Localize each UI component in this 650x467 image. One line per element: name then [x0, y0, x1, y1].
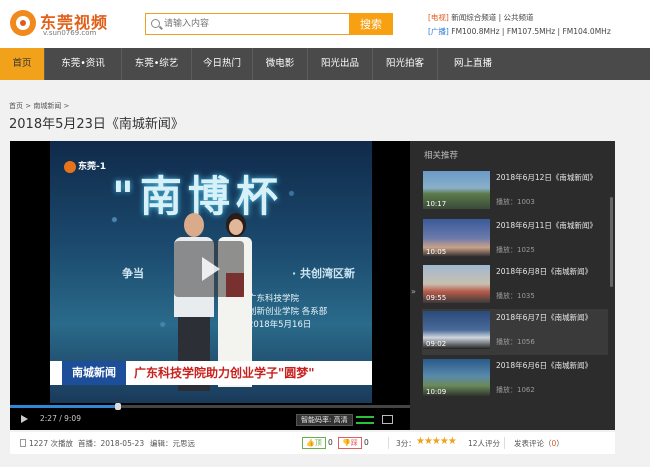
related-item[interactable]: 09:55 2018年6月8日《南城新闻》 播放：1035: [422, 263, 608, 309]
downvote-count: 0: [364, 438, 369, 447]
related-thumbnail[interactable]: 09:02: [423, 311, 490, 349]
video-frame[interactable]: 东莞-1 "南博杯 争当 · 共创湾区新 广东科技学院 创新创业学院 各系部 2…: [50, 141, 372, 403]
play-overlay-icon[interactable]: [174, 241, 244, 297]
rating-stars-icon[interactable]: ★★★★★: [416, 436, 457, 447]
related-item-plays: 播放：1025: [496, 246, 535, 254]
nav-item-home[interactable]: 首页: [0, 48, 45, 80]
logo-icon: [10, 10, 36, 36]
search-icon: [151, 19, 160, 28]
breadcrumb[interactable]: 首页 > 南城新闻 >: [9, 101, 69, 111]
related-item-plays: 播放：1062: [496, 386, 535, 394]
video-player[interactable]: 东莞-1 "南博杯 争当 · 共创湾区新 广东科技学院 创新创业学院 各系部 2…: [10, 141, 410, 430]
related-item-plays: 播放：1056: [496, 338, 535, 346]
progress-fill: [10, 405, 118, 408]
channel-logo: 东莞-1: [64, 159, 106, 173]
related-panel: » 相关推荐 10:17 2018年6月12日《南城新闻》 播放：1003 10…: [410, 141, 615, 430]
related-item-title[interactable]: 2018年6月11日《南城新闻》: [496, 221, 597, 231]
nav-item-hot[interactable]: 今日热门: [192, 48, 253, 80]
program-brand: 南城新闻: [62, 361, 126, 385]
site-header: 东莞视频 v.sun0769.com 搜索 [电视] 新闻综合频道 | 公共频道…: [0, 0, 650, 48]
related-thumbnail[interactable]: 09:55: [423, 265, 490, 303]
rating-count: 12人评分: [468, 439, 501, 448]
related-item-plays: 播放：1003: [496, 198, 535, 206]
collapse-arrow-icon[interactable]: »: [411, 287, 416, 296]
related-item[interactable]: 10:09 2018年6月6日《南城新闻》 播放：1062: [422, 357, 608, 403]
related-item-active[interactable]: 09:02 2018年6月7日《南城新闻》 播放：1056: [422, 309, 608, 355]
nav-item-sun-produce[interactable]: 阳光出品: [308, 48, 373, 80]
related-thumbnail[interactable]: 10:09: [423, 359, 490, 397]
comment-link[interactable]: 发表评论（0）: [514, 438, 564, 449]
nav-item-variety[interactable]: 东莞•综艺: [122, 48, 192, 80]
time-display: 2:27 / 9:09: [40, 414, 81, 423]
video-slogan-right: · 共创湾区新: [292, 267, 356, 280]
related-title: 相关推荐: [424, 151, 459, 161]
radio-channel-links[interactable]: FM100.8MHz | FM107.5MHz | FM104.0MHz: [451, 27, 611, 36]
search-button[interactable]: 搜索: [349, 13, 393, 35]
related-item[interactable]: 10:17 2018年6月12日《南城新闻》 播放：1003: [422, 169, 608, 215]
downvote-button[interactable]: 👎踩: [338, 437, 362, 449]
score-label: 3分：: [396, 439, 416, 448]
radio-tag: [广播]: [428, 27, 449, 36]
logo-url: v.sun0769.com: [43, 29, 97, 37]
play-icon[interactable]: [21, 415, 28, 423]
play-count-icon: [20, 439, 26, 447]
site-logo[interactable]: 东莞视频 v.sun0769.com: [10, 8, 130, 40]
video-slogan: 争当: [122, 267, 144, 280]
tv-channels: [电视] 新闻综合频道 | 公共频道: [428, 12, 534, 23]
channel-logo-icon: [64, 160, 76, 173]
channel-logo-text: 东莞-1: [78, 162, 106, 172]
related-item-title[interactable]: 2018年6月7日《南城新闻》: [496, 313, 596, 323]
play-count: 1227 次播放: [29, 439, 73, 448]
related-item-title[interactable]: 2018年6月12日《南城新闻》: [496, 173, 597, 183]
news-headline: 广东科技学院助力创业学子"圆梦": [134, 366, 315, 380]
page-title: 2018年5月23日《南城新闻》: [9, 117, 184, 132]
tv-tag: [电视]: [428, 13, 449, 22]
premiere-date: 首播：2018-05-23: [78, 439, 145, 448]
upvote-count: 0: [328, 438, 333, 447]
related-item[interactable]: 10:05 2018年6月11日《南城新闻》 播放：1025: [422, 217, 608, 263]
player-controls: 2:27 / 9:09 智能码率: 高清: [10, 409, 410, 430]
related-scrollbar[interactable]: [610, 197, 613, 287]
school-text: 广东科技学院 创新创业学院 各系部 2018年5月16日: [248, 294, 328, 330]
nav-item-news[interactable]: 东莞•资讯: [45, 48, 122, 80]
tv-channel-links[interactable]: 新闻综合频道 | 公共频道: [451, 13, 533, 22]
volume-icon[interactable]: [356, 416, 374, 424]
upvote-button[interactable]: 👍顶: [302, 437, 326, 449]
nav-item-live[interactable]: 网上直播: [438, 48, 508, 80]
editor: 编辑：元思远: [150, 439, 195, 448]
search-input[interactable]: [164, 16, 344, 32]
related-item-title[interactable]: 2018年6月8日《南城新闻》: [496, 267, 596, 277]
nav-item-micro-film[interactable]: 微电影: [253, 48, 308, 80]
lower-third: 南城新闻 广东科技学院助力创业学子"圆梦": [50, 361, 372, 385]
related-item-title[interactable]: 2018年6月6日《南城新闻》: [496, 361, 596, 371]
search-box: 搜索: [145, 13, 393, 35]
related-thumbnail[interactable]: 10:17: [423, 171, 490, 209]
related-item-plays: 播放：1035: [496, 292, 535, 300]
quality-button[interactable]: 智能码率: 高清: [296, 414, 353, 426]
radio-channels: [广播] FM100.8MHz | FM107.5MHz | FM104.0MH…: [428, 26, 611, 37]
progress-bar[interactable]: [10, 403, 410, 410]
video-info-bar: 1227 次播放 首播：2018-05-23 编辑：元思远 👍顶 0 👎踩 0 …: [10, 432, 615, 454]
fullscreen-icon[interactable]: [382, 415, 393, 424]
related-thumbnail[interactable]: 10:05: [423, 219, 490, 257]
nav-item-sun-shooter[interactable]: 阳光拍客: [373, 48, 438, 80]
main-nav: 首页 东莞•资讯 东莞•综艺 今日热门 微电影 阳光出品 阳光拍客 网上直播: [0, 48, 650, 80]
